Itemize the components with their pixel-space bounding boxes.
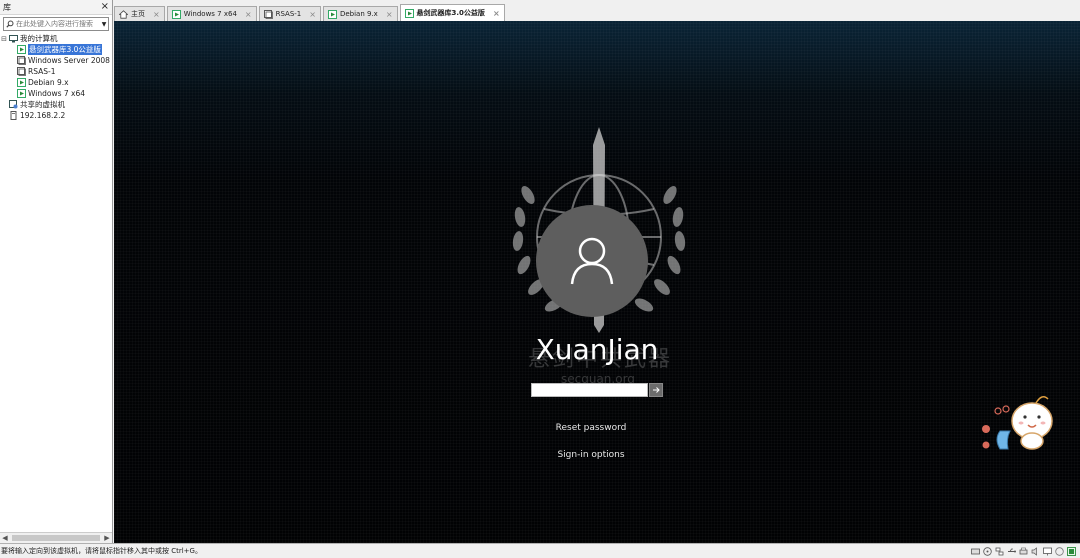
tree-item-vm[interactable]: Debian 9.x bbox=[0, 77, 112, 88]
tree-label: 192.168.2.2 bbox=[20, 111, 66, 120]
tree-item-remote-host[interactable]: 192.168.2.2 bbox=[0, 110, 112, 121]
device-status-icons bbox=[968, 546, 1080, 556]
computer-icon bbox=[8, 34, 18, 43]
network-icon[interactable] bbox=[995, 547, 1004, 556]
tab-label: RSAS-1 bbox=[275, 10, 302, 18]
tree-label: 我的计算机 bbox=[20, 34, 58, 43]
vm-running-icon bbox=[327, 9, 337, 19]
home-icon bbox=[119, 9, 128, 19]
tree-label: Debian 9.x bbox=[28, 78, 69, 87]
tab-vm[interactable]: Windows 7 x64 × bbox=[166, 6, 257, 21]
search-icon bbox=[4, 18, 16, 30]
library-header: 库 × bbox=[0, 0, 112, 15]
sign-in-options-link[interactable]: Sign-in options bbox=[114, 450, 1068, 460]
submit-arrow-button[interactable] bbox=[649, 383, 663, 397]
tree-label: 共享的虚拟机 bbox=[20, 100, 65, 109]
user-icon bbox=[570, 237, 614, 285]
tree-item-vm[interactable]: RSAS-1 bbox=[0, 66, 112, 77]
reset-password-link[interactable]: Reset password bbox=[114, 423, 1068, 433]
close-tab-icon[interactable]: × bbox=[245, 10, 252, 19]
user-avatar bbox=[536, 205, 648, 317]
close-tab-icon[interactable]: × bbox=[386, 10, 393, 19]
cd-icon[interactable] bbox=[983, 546, 992, 556]
printer-icon[interactable] bbox=[1019, 547, 1028, 556]
vm-icon bbox=[16, 67, 26, 76]
library-horizontal-scrollbar[interactable]: ◀ ▶ bbox=[0, 532, 112, 543]
status-bar: 要将输入定向到该虚拟机，请将鼠标指针移入其中或按 Ctrl+G。 bbox=[0, 543, 1080, 558]
sound-icon[interactable] bbox=[1031, 546, 1040, 556]
tab-vm[interactable]: RSAS-1 × bbox=[258, 6, 321, 21]
close-tab-icon[interactable]: × bbox=[309, 10, 316, 19]
scroll-right-icon[interactable]: ▶ bbox=[102, 534, 112, 542]
tree-item-vm[interactable]: Windows Server 2008 bbox=[0, 55, 112, 66]
collapse-icon[interactable]: ⊟ bbox=[0, 35, 8, 43]
vm-running-icon bbox=[171, 9, 181, 19]
close-library-icon[interactable]: × bbox=[101, 2, 109, 12]
tree-label: Windows 7 x64 bbox=[28, 89, 86, 98]
tab-vm[interactable]: Debian 9.x × bbox=[322, 6, 398, 21]
status-message: 要将输入定向到该虚拟机，请将鼠标指针移入其中或按 Ctrl+G。 bbox=[1, 547, 202, 555]
vm-running-icon bbox=[404, 8, 414, 18]
login-username: XuanJian bbox=[535, 333, 659, 366]
close-tab-icon[interactable]: × bbox=[493, 9, 500, 18]
tree-item-vm[interactable]: 悬剑武器库3.0公益版 bbox=[0, 44, 112, 55]
fullscreen-icon[interactable] bbox=[1067, 546, 1076, 556]
tab-bar: 主页 × Windows 7 x64 × RSAS-1 × Debian 9.x… bbox=[114, 4, 507, 21]
vm-running-icon bbox=[16, 78, 26, 87]
arrow-right-icon bbox=[653, 387, 660, 393]
library-tree: ⊟ 我的计算机 悬剑武器库3.0公益版 Windows Server 2008 … bbox=[0, 33, 112, 121]
library-panel: 库 × ▼ ⊟ 我的计算机 悬剑武器库3.0公益版 Windows Server bbox=[0, 0, 113, 543]
scroll-left-icon[interactable]: ◀ bbox=[0, 534, 10, 542]
close-tab-icon[interactable]: × bbox=[153, 10, 160, 19]
cartoon-sticker-icon bbox=[982, 396, 1053, 450]
tree-item-shared-vms[interactable]: 共享的虚拟机 bbox=[0, 99, 112, 110]
tab-label: Windows 7 x64 bbox=[183, 10, 237, 18]
password-row bbox=[531, 383, 663, 397]
tree-item-vm[interactable]: Windows 7 x64 bbox=[0, 88, 112, 99]
shared-vm-icon bbox=[8, 100, 18, 109]
tab-label: 悬剑武器库3.0公益版 bbox=[416, 9, 485, 17]
tree-label: RSAS-1 bbox=[28, 67, 56, 76]
message-icon[interactable] bbox=[1055, 546, 1064, 556]
tab-label: 主页 bbox=[131, 10, 145, 18]
search-dropdown-icon[interactable]: ▼ bbox=[100, 21, 108, 28]
tab-label: Debian 9.x bbox=[339, 10, 378, 18]
vm-icon bbox=[263, 9, 273, 19]
hdd-icon[interactable] bbox=[971, 547, 980, 556]
vm-icon bbox=[16, 56, 26, 65]
server-icon bbox=[8, 111, 18, 120]
scroll-thumb[interactable] bbox=[12, 535, 100, 541]
tree-label: 悬剑武器库3.0公益版 bbox=[28, 44, 102, 55]
tab-home[interactable]: 主页 × bbox=[114, 6, 165, 21]
library-search[interactable]: ▼ bbox=[3, 17, 109, 31]
usb-icon[interactable] bbox=[1007, 547, 1016, 556]
vm-running-icon bbox=[16, 45, 26, 54]
library-search-input[interactable] bbox=[16, 20, 100, 28]
display-icon[interactable] bbox=[1043, 547, 1052, 556]
vm-console-screen[interactable]: 悬剑中共武器 secquan.org XuanJian Reset passwo… bbox=[114, 21, 1080, 543]
tree-label: Windows Server 2008 bbox=[28, 56, 110, 65]
vm-running-icon bbox=[16, 89, 26, 98]
password-input[interactable] bbox=[531, 383, 648, 397]
tree-item-my-computer[interactable]: ⊟ 我的计算机 bbox=[0, 33, 112, 44]
tab-vm-active[interactable]: 悬剑武器库3.0公益版 × bbox=[399, 4, 505, 21]
library-title: 库 bbox=[3, 2, 11, 12]
